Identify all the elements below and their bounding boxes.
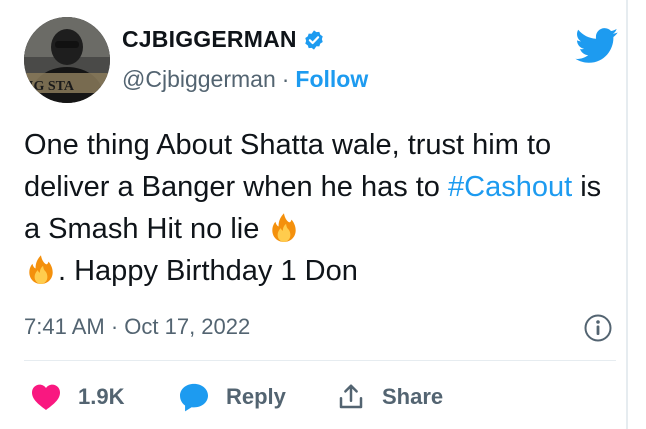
reply-bubble-icon: [180, 383, 208, 412]
info-icon[interactable]: [583, 313, 613, 343]
like-button[interactable]: 1.9K: [30, 383, 134, 411]
fire-icon: [29, 255, 53, 284]
divider: [24, 360, 616, 361]
fire-icon: [272, 213, 297, 242]
tweet-text: One thing About Shatta wale, trust him t…: [24, 124, 614, 292]
share-button[interactable]: Share: [336, 382, 443, 412]
tweet-text-part3: . Happy Birthday 1 Don: [58, 255, 358, 287]
share-icon: [339, 384, 363, 409]
tweet-card: IG STA CJBIGGERMAN @Cjbiggerman · Follow…: [0, 0, 628, 429]
tweet-timestamp[interactable]: 7:41 AM · Oct 17, 2022: [24, 314, 250, 340]
twitter-bird-icon[interactable]: [575, 28, 619, 64]
author-display-name[interactable]: CJBIGGERMAN: [122, 26, 297, 53]
reply-button[interactable]: Reply: [178, 381, 294, 413]
reply-label: Reply: [226, 384, 286, 409]
verified-badge-icon: [305, 29, 323, 50]
author-handle-row: @Cjbiggerman · Follow: [122, 66, 368, 93]
avatar-logo-text: IG STA: [28, 79, 75, 94]
hashtag-link[interactable]: #Cashout: [448, 171, 572, 203]
action-bar: 1.9K Reply Share: [30, 381, 443, 413]
author-handle[interactable]: @Cjbiggerman: [122, 66, 276, 93]
follow-link[interactable]: Follow: [295, 66, 368, 93]
like-count: 1.9K: [78, 384, 125, 409]
heart-icon: [32, 384, 60, 410]
author-name-row: CJBIGGERMAN: [122, 26, 325, 53]
share-label: Share: [382, 384, 444, 409]
avatar[interactable]: IG STA: [24, 17, 110, 103]
handle-separator: ·: [281, 66, 290, 92]
